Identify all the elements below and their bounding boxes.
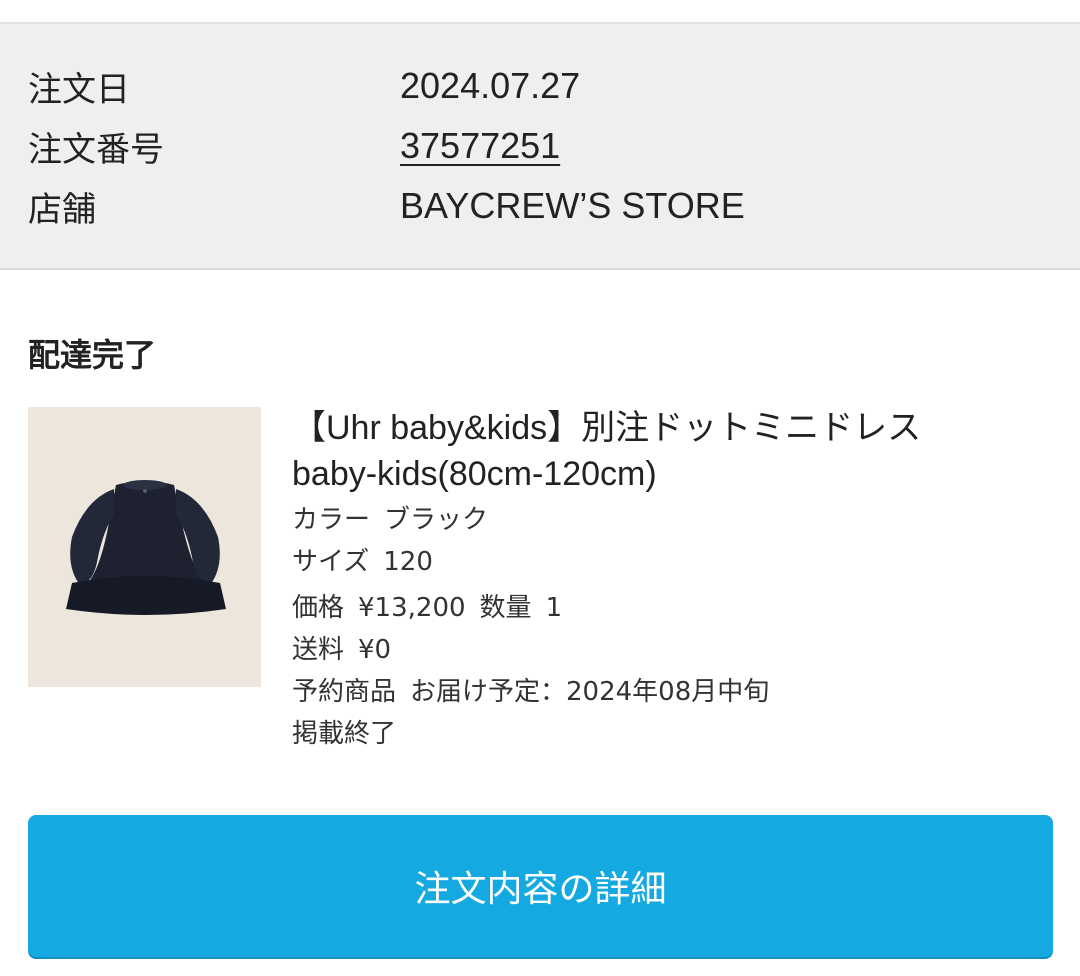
order-date-value: 2024.07.27 bbox=[400, 65, 581, 106]
price-label: 価格 bbox=[292, 593, 345, 623]
store-label: 店舗 bbox=[28, 189, 96, 230]
product-image[interactable] bbox=[28, 407, 261, 687]
store-row: 店舗 BAYCREW’S STORE bbox=[28, 184, 745, 230]
color-value: ブラック bbox=[384, 505, 489, 535]
bottom-edge bbox=[0, 970, 1080, 976]
delivery-status: 配達完了 bbox=[28, 336, 157, 374]
color-row: カラー ブラック bbox=[292, 499, 1062, 541]
top-divider bbox=[0, 0, 1080, 24]
black-dress-icon bbox=[28, 407, 261, 687]
product-name-line1: 【Uhr baby&kids】別注ドットミニドレス bbox=[292, 409, 922, 447]
order-number-row: 注文番号 37577251 bbox=[28, 124, 560, 170]
product-details: 【Uhr baby&kids】別注ドットミニドレス baby-kids(80cm… bbox=[292, 405, 1062, 755]
price-value: ¥13,200 bbox=[358, 593, 466, 623]
order-summary: 注文日 2024.07.27 注文番号 37577251 店舗 BAYCREW’… bbox=[0, 24, 1080, 270]
preorder-label: 予約商品 bbox=[292, 677, 397, 707]
preorder-row: 予約商品 お届け予定：2024年08月中旬 bbox=[292, 671, 1062, 713]
order-number-label: 注文番号 bbox=[28, 129, 164, 170]
size-row: サイズ 120 bbox=[292, 541, 1062, 583]
listing-status-row: 掲載終了 bbox=[292, 713, 1062, 755]
color-label: カラー bbox=[292, 505, 371, 535]
product-name[interactable]: 【Uhr baby&kids】別注ドットミニドレス baby-kids(80cm… bbox=[292, 405, 1062, 497]
quantity-value: 1 bbox=[545, 593, 563, 623]
listing-status: 掲載終了 bbox=[292, 719, 397, 749]
product-name-line2: baby-kids(80cm-120cm) bbox=[292, 455, 657, 493]
store-value: BAYCREW’S STORE bbox=[400, 185, 745, 226]
shipping-row: 送料 ¥0 bbox=[292, 629, 1062, 671]
order-detail-button[interactable]: 注文内容の詳細 bbox=[28, 815, 1053, 957]
size-label: サイズ bbox=[292, 547, 370, 577]
order-number-link[interactable]: 37577251 bbox=[400, 125, 560, 167]
order-date-row: 注文日 2024.07.27 bbox=[28, 64, 581, 110]
shipping-label: 送料 bbox=[292, 635, 345, 665]
size-value: 120 bbox=[383, 547, 433, 577]
price-row: 価格 ¥13,200 数量 1 bbox=[292, 587, 1062, 629]
order-date-label: 注文日 bbox=[28, 69, 130, 110]
shipping-value: ¥0 bbox=[358, 635, 392, 665]
delivery-schedule: お届け予定：2024年08月中旬 bbox=[410, 677, 770, 707]
quantity-label: 数量 bbox=[479, 593, 532, 623]
